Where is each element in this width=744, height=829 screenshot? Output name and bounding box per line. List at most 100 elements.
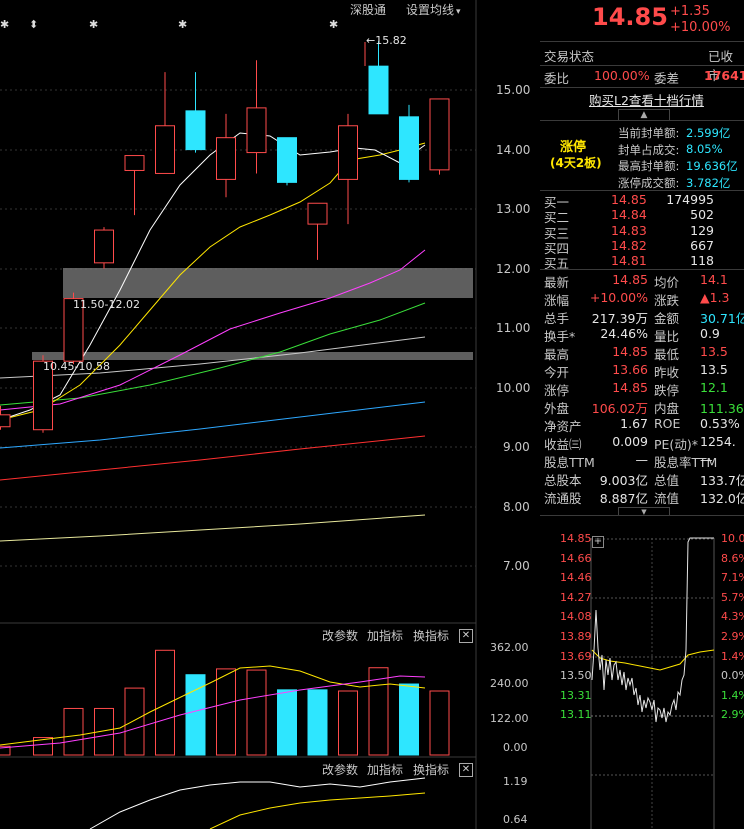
bid-volume: 174995	[666, 192, 714, 207]
candle-body[interactable]	[155, 125, 175, 174]
stat-value: 133.7亿	[700, 473, 744, 488]
volume-bar[interactable]	[277, 689, 297, 756]
stat-row: 总手 217.39万 金额 30.71亿	[540, 308, 744, 326]
intraday-pct-label: 4.3%	[721, 610, 744, 624]
ind-axis-label: 1.19	[503, 775, 528, 788]
divider	[540, 65, 744, 66]
seal-stat-value: 8.05%	[686, 141, 723, 156]
ind-change-params-button[interactable]: 改参数	[322, 761, 358, 778]
weibi-value: 100.00%	[594, 68, 650, 83]
candle-body[interactable]	[216, 137, 236, 180]
kline-chart-area[interactable]: 深股通 设置均线 ▾ ✱ ⬍ ✱ ✱ ✱ ←15.82 11.50-12.02 1…	[0, 0, 536, 829]
stat-label: 换手*	[544, 329, 576, 344]
stat-value: ▲1.3	[700, 290, 730, 305]
stat-label: 最新	[544, 275, 570, 290]
intraday-price-label: 14.27	[560, 590, 592, 604]
volume-bar[interactable]	[307, 689, 328, 756]
ind-add-indicator-button[interactable]: 加指标	[367, 761, 403, 778]
signal-marker-icon[interactable]: ✱	[178, 18, 187, 31]
candle-body[interactable]	[0, 414, 11, 428]
volume-bar[interactable]	[399, 683, 419, 756]
stat-row: 最新 14.85 均价 14.1	[540, 272, 744, 290]
stat-value: 9.003亿	[599, 473, 648, 488]
candle-body[interactable]	[124, 155, 145, 171]
stat-value: 14.85	[612, 272, 648, 287]
stat-label: 流值	[654, 491, 680, 506]
stat-row: 收益㈢ 0.009 PE(动)* 1254.	[540, 434, 744, 452]
stat-label: 今开	[544, 365, 570, 380]
candle-body[interactable]	[429, 98, 450, 171]
candle-body[interactable]	[277, 137, 297, 183]
divider	[540, 515, 744, 516]
stat-label: 总手	[544, 311, 570, 326]
chevron-down-icon: ▾	[456, 7, 461, 17]
close-icon[interactable]: ✕	[459, 629, 473, 643]
volume-bar[interactable]	[338, 690, 358, 756]
price-axis-label: 12.00	[496, 262, 531, 276]
stat-value: +10.00%	[589, 290, 648, 305]
zone-lower-label: 10.45-10.58	[43, 360, 110, 373]
candle-body[interactable]	[399, 116, 419, 180]
price-axis-label: 8.00	[503, 500, 530, 514]
ma500-line	[0, 514, 426, 542]
stat-value: 1254.	[700, 434, 736, 449]
price-axis-label: 13.00	[496, 202, 531, 216]
candle-body[interactable]	[185, 110, 206, 151]
stat-label: 昨收	[654, 365, 680, 380]
vol-axis-label: 0.00	[503, 741, 528, 754]
ma120-line	[0, 401, 426, 449]
intraday-price-label: 14.85	[560, 532, 592, 545]
buy-l2-link[interactable]: 购买L2查看十档行情	[589, 90, 704, 109]
divider	[540, 87, 744, 88]
signal-marker-icon[interactable]: ⬍	[29, 18, 38, 31]
vol-change-params-button[interactable]: 改参数	[322, 627, 358, 644]
volume-bar[interactable]	[429, 690, 450, 756]
stat-label: 金额	[654, 311, 680, 326]
volume-bar[interactable]	[63, 707, 84, 756]
stat-value: 12.1	[700, 380, 728, 395]
volume-bar[interactable]	[368, 667, 389, 756]
volume-bar[interactable]	[246, 669, 267, 756]
stat-value: 111.36万	[700, 401, 744, 416]
price-axis-label: 11.00	[496, 321, 531, 335]
price-axis-label: 9.00	[503, 440, 530, 454]
close-icon[interactable]: ✕	[459, 763, 473, 777]
signal-marker-icon[interactable]: ✱	[0, 18, 9, 31]
signal-marker-icon[interactable]: ✱	[89, 18, 98, 31]
indicator-line-white	[89, 777, 426, 829]
stat-label: 净资产	[544, 419, 582, 434]
stat-value: 132.0亿	[700, 491, 744, 506]
seal-stat-label: 当前封单额:	[618, 126, 680, 140]
stat-value: 106.02万	[591, 401, 648, 416]
seal-stat-label: 封单占成交:	[618, 142, 680, 157]
volume-bar[interactable]	[155, 649, 175, 756]
ma-settings-button[interactable]: 设置均线 ▾	[406, 1, 461, 18]
kline-svg[interactable]	[0, 0, 536, 829]
volume-bar[interactable]	[216, 668, 236, 756]
signal-marker-icon[interactable]: ✱	[329, 18, 338, 31]
shen-gu-tong-button[interactable]: 深股通	[350, 1, 386, 18]
volume-bar[interactable]	[124, 687, 145, 756]
vol-add-indicator-button[interactable]: 加指标	[367, 627, 403, 644]
intraday-price-line	[591, 537, 714, 723]
stat-label: 跌停	[654, 383, 680, 398]
candle-body[interactable]	[307, 202, 328, 225]
candle-body[interactable]	[94, 229, 114, 264]
candle-body[interactable]	[338, 125, 358, 180]
ind-switch-indicator-button[interactable]: 换指标	[413, 761, 449, 778]
stat-value: —	[635, 452, 649, 467]
candle-body[interactable]	[246, 107, 267, 154]
bid-price: 14.85	[611, 192, 647, 207]
weibi-row: 委比 100.00% 委差 17641	[540, 68, 744, 86]
stat-label: 均价	[654, 275, 680, 290]
plus-icon[interactable]: +	[592, 536, 604, 548]
intraday-pct-label: 5.7%	[721, 590, 744, 604]
quote-panel: 14.85 +1.35 +10.00% 交易状态 已收市 委比 100.00% …	[540, 0, 744, 829]
intraday-pct-label: 7.1%	[721, 571, 744, 585]
vol-switch-indicator-button[interactable]: 换指标	[413, 627, 449, 644]
intraday-pct-label: 2.9%	[721, 708, 744, 722]
stat-row: 总股本 9.003亿 总值 133.7亿	[540, 470, 744, 488]
candle-body[interactable]	[368, 65, 389, 115]
indicator-line-yellow	[209, 792, 426, 829]
stat-row: 净资产 1.67 ROE 0.53%	[540, 416, 744, 434]
